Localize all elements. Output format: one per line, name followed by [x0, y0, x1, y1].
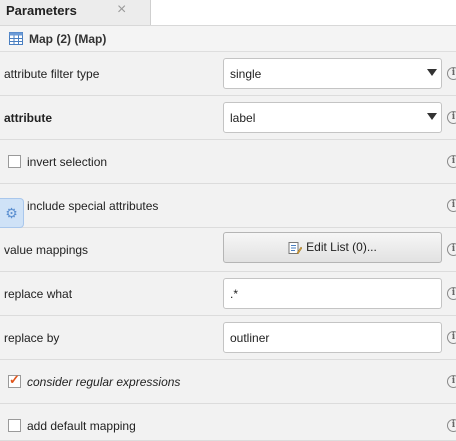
edit-list-icon [288, 241, 303, 255]
invert-selection-checkbox[interactable] [8, 155, 21, 168]
checkmark-icon: ✓ [9, 372, 20, 387]
info-icon[interactable]: i [447, 331, 456, 344]
param-label: value mappings [4, 243, 89, 257]
param-row-invert-selection: invert selection i [0, 140, 456, 184]
select-value: single [230, 67, 262, 81]
edit-list-button[interactable]: Edit List (0)... [223, 232, 442, 263]
info-icon[interactable]: i [447, 199, 456, 212]
select-value: label [230, 111, 256, 125]
param-label: invert selection [27, 155, 108, 169]
info-icon[interactable]: i [447, 111, 456, 124]
info-icon[interactable]: i [447, 155, 456, 168]
info-icon[interactable]: i [447, 375, 456, 388]
add-default-mapping-checkbox[interactable] [8, 419, 21, 432]
help-chat-icon[interactable]: ⚙ [0, 198, 24, 228]
param-label: consider regular expressions [27, 375, 181, 389]
param-label: replace by [4, 331, 60, 345]
param-row-replace-what: replace what .* i [0, 272, 456, 316]
param-label: add default mapping [27, 419, 136, 433]
chevron-down-icon [427, 69, 437, 76]
param-row-include-special-attributes: ✓ include special attributes i [0, 184, 456, 228]
chevron-down-icon [427, 113, 437, 120]
param-row-add-default-mapping: add default mapping i [0, 404, 456, 441]
input-value: outliner [230, 331, 270, 345]
param-label: replace what [4, 287, 73, 301]
map-table-icon [9, 32, 23, 45]
info-icon[interactable]: i [447, 243, 456, 256]
input-value: .* [230, 287, 239, 301]
param-row-value-mappings: value mappings Edit List (0)... i [0, 228, 456, 272]
info-icon[interactable]: i [447, 287, 456, 300]
button-label: Edit List (0)... [306, 240, 377, 254]
replace-by-input[interactable]: outliner [223, 322, 442, 353]
tab-title: Parameters [6, 3, 77, 18]
consider-regular-expressions-checkbox[interactable]: ✓ [8, 372, 21, 388]
param-label: attribute filter type [4, 67, 100, 81]
replace-what-input[interactable]: .* [223, 278, 442, 309]
info-icon[interactable]: i [447, 67, 456, 80]
param-row-attribute-filter-type: attribute filter type single i [0, 52, 456, 96]
param-label: include special attributes [27, 199, 159, 213]
tab-parameters[interactable]: Parameters × [0, 0, 151, 25]
param-row-consider-regular-expressions: ✓ consider regular expressions i [0, 360, 456, 404]
operator-title: Map (2) (Map) [29, 32, 107, 46]
param-label: attribute [4, 111, 52, 125]
param-row-attribute: attribute label i [0, 96, 456, 140]
operator-header: Map (2) (Map) [0, 26, 456, 52]
attribute-filter-type-select[interactable]: single [223, 58, 442, 89]
attribute-select[interactable]: label [223, 102, 442, 133]
info-icon[interactable]: i [447, 419, 456, 432]
close-icon[interactable]: × [117, 1, 126, 19]
tab-bar: Parameters × [0, 0, 456, 26]
param-row-replace-by: replace by outliner i [0, 316, 456, 360]
